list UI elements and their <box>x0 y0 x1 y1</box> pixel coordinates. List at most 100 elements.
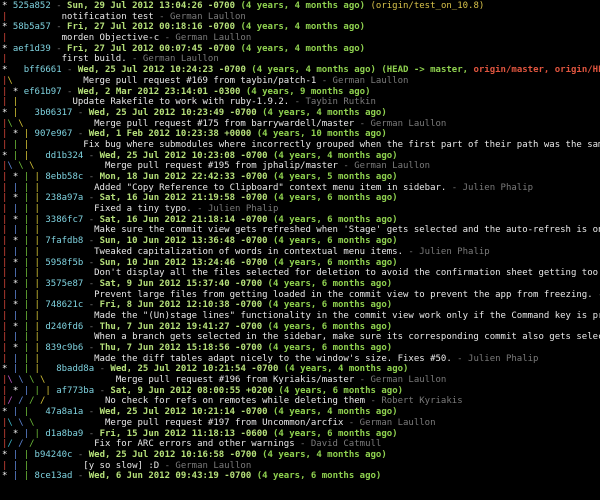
graph-edge: | <box>23 343 35 353</box>
commit-hash: b94240c <box>34 449 73 460</box>
log-line: * aef1d39 - Fri, 27 Jul 2012 00:07:45 -0… <box>0 44 600 55</box>
graph-edge: | <box>12 449 24 460</box>
commit-author: - German Laullon <box>126 54 219 65</box>
commit-message: [y so slow] :D <box>34 460 160 471</box>
graph-edge: \ <box>7 75 24 86</box>
relative-date: (4 years, 4 months ago) <box>267 150 398 161</box>
graph-edge: | <box>34 300 46 311</box>
commit-message: Made the diff tables adapt nicely to the… <box>45 353 452 364</box>
graph-edge: | <box>12 246 24 257</box>
log-line: |\ Merge pull request #169 from taybin/p… <box>0 76 600 87</box>
graph-edge: | <box>12 97 24 108</box>
relative-date: (4 years, 4 months ago) <box>235 43 366 54</box>
graph-edge: \ <box>7 417 19 428</box>
separator: - <box>72 107 89 118</box>
graph-edge: | <box>2 172 13 182</box>
commit-message: morden Objective-c <box>12 33 160 44</box>
relative-date: (4 years, 4 months ago) <box>235 1 371 11</box>
commit-date: Sat, 16 Jun 2012 21:19:58 -0700 <box>99 193 268 204</box>
graph-edge: | <box>12 353 24 364</box>
git-log-graph: * 525a852 - Sun, 29 Jul 2012 13:04:26 -0… <box>0 1 600 482</box>
commit-hash: dd1b324 <box>45 150 84 161</box>
commit-author: - Julien Phalip <box>191 204 279 215</box>
graph-edge: \ <box>29 161 46 172</box>
graph-edge: | <box>23 236 35 247</box>
log-line: | * | | 7fafdb8 - Sun, 10 Jun 2012 13:36… <box>0 236 600 247</box>
relative-date: (4 years, 9 months ago) <box>240 86 371 97</box>
log-line: | | | [y so slow] :D - German Laullon <box>0 461 600 472</box>
commit-node: * <box>2 107 13 118</box>
relative-date: (4 years, 6 months ago) <box>267 193 398 204</box>
graph-edge: | <box>34 343 46 353</box>
graph-edge: | <box>34 332 46 343</box>
commit-date: Sat, 9 Jun 2012 08:00:55 +0200 <box>110 385 273 396</box>
graph-edge: / <box>7 439 19 450</box>
log-line: * bff6661 - Wed, 25 Jul 2012 10:24:23 -0… <box>0 65 600 76</box>
commit-node: * <box>12 385 24 396</box>
graph-edge: | <box>23 428 35 439</box>
commit-author: - German Laullon <box>159 33 252 44</box>
graph-edge: | <box>34 385 46 396</box>
commit-date: Wed, 6 Jun 2012 09:43:19 -0700 <box>88 471 252 482</box>
commit-node: * <box>12 236 24 247</box>
graph-edge: \ <box>18 375 30 386</box>
graph-edge: | <box>23 310 35 321</box>
graph-edge: | <box>34 310 46 321</box>
log-line: | notification test - German Laullon <box>0 12 600 23</box>
graph-edge: | <box>34 353 46 364</box>
commit-hash: 5958f5b <box>45 257 84 268</box>
commit-hash: 3575e87 <box>45 278 84 289</box>
graph-edge: | <box>23 225 35 236</box>
commit-node: * <box>12 428 24 439</box>
graph-edge: | <box>23 364 35 375</box>
commit-date: Fri, 27 Jul 2012 00:07:45 -0700 <box>67 43 236 54</box>
log-line: | * | | d240fd6 - Thu, 7 Jun 2012 19:41:… <box>0 322 600 333</box>
separator: - <box>72 471 89 482</box>
commit-node: * <box>2 150 13 161</box>
graph-edge: / <box>29 396 40 407</box>
commit-author: - David Catmull <box>294 439 382 450</box>
log-line: |\ \ Merge pull request #175 from barryw… <box>0 119 600 130</box>
separator: - <box>83 257 100 268</box>
graph-edge: | <box>34 246 46 257</box>
graph-edge: | <box>23 268 35 279</box>
relative-date: (4 years, 6 months ago) <box>262 343 393 353</box>
graph-edge: | <box>2 353 13 364</box>
graph-edge: \ <box>39 375 57 386</box>
relative-date: (4 years, 4 months ago) <box>235 22 366 33</box>
graph-edge: | <box>23 204 35 215</box>
relative-date: (4 years, 6 months ago) <box>262 278 393 289</box>
commit-node: * <box>2 449 13 460</box>
commit-author: - Julien Phalip <box>403 246 490 257</box>
graph-edge: | <box>12 150 24 161</box>
separator: - <box>83 278 100 289</box>
separator: - <box>50 22 68 33</box>
graph-edge: | <box>12 310 24 321</box>
log-line: * | 3b06317 - Wed, 25 Jul 2012 10:23:49 … <box>0 108 600 119</box>
graph-edge: \ <box>29 375 40 386</box>
log-line: | | | | Fixed a tiny typo. - Julien Phal… <box>0 204 600 215</box>
log-line: |\ \ \ Merge pull request #197 from Unco… <box>0 418 600 429</box>
graph-edge: \ <box>18 161 30 172</box>
graph-edge: / <box>7 396 19 407</box>
commit-node: * <box>2 471 13 482</box>
graph-edge: | <box>23 300 35 311</box>
commit-hash: aef1d39 <box>12 43 51 54</box>
commit-message: Merge pull request #195 from jphalip/mas… <box>45 161 338 172</box>
relative-date: (4 years, 6 months ago) <box>272 385 404 396</box>
relative-date: (4 years, 4 months ago) <box>267 407 398 418</box>
log-line: | | | | Don't display all the files sele… <box>0 268 600 279</box>
commit-author: - German Laullon <box>337 161 431 172</box>
terminal-window[interactable]: * 525a852 - Sun, 29 Jul 2012 13:04:26 -0… <box>0 0 600 500</box>
commit-hash: 7fafdb8 <box>45 236 84 247</box>
graph-edge: \ <box>18 118 35 129</box>
graph-edge: | <box>34 278 46 289</box>
commit-author: - Julien <box>593 290 600 300</box>
commit-hash: ef61b97 <box>23 86 62 97</box>
commit-hash: 748621c <box>45 300 84 311</box>
graph-edge: | <box>23 182 35 193</box>
separator: - <box>72 449 89 460</box>
commit-hash: 8ce13ad <box>34 471 73 482</box>
log-line: | * | 907e967 - Wed, 1 Feb 2012 10:23:38… <box>0 129 600 140</box>
commit-date: Wed, 25 Jul 2012 10:23:49 -0700 <box>88 107 257 118</box>
